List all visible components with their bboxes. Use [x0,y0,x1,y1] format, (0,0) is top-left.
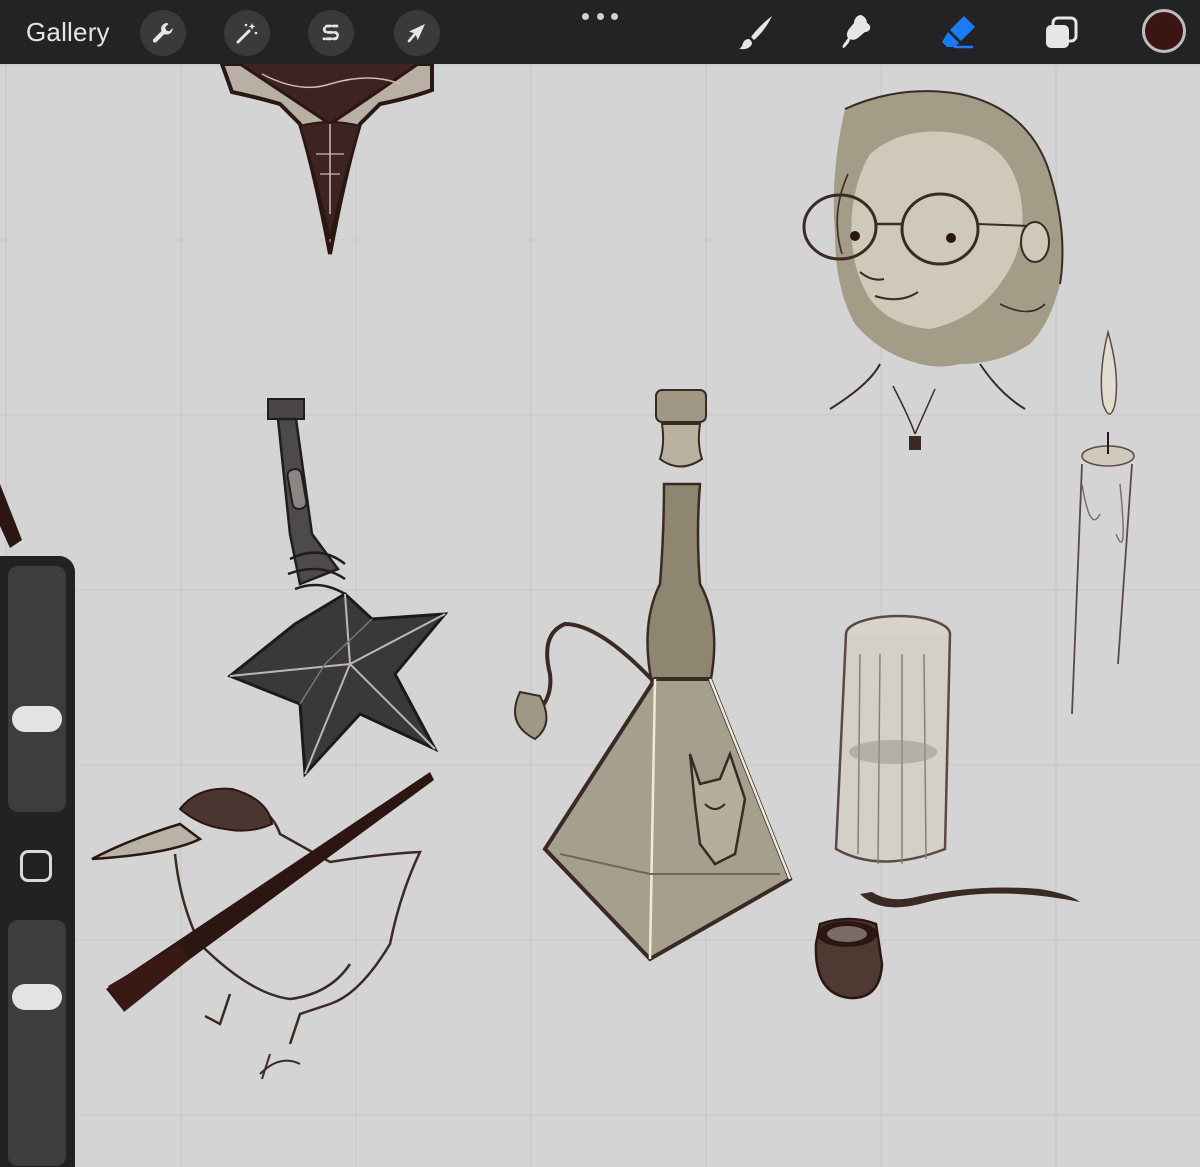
smudge-button[interactable] [837,12,877,52]
star-potion-bottle-sketch [227,398,449,778]
selection-button[interactable] [308,10,354,56]
drinking-glass-sketch [834,614,952,865]
opacity-slider[interactable] [8,920,66,1166]
square-outline-icon[interactable] [20,850,52,882]
artwork-layer [0,64,1135,1080]
ornate-pendant-sketch [219,64,434,255]
drawing-canvas[interactable] [0,64,1200,1167]
selection-s-icon [322,24,340,41]
wrench-icon [152,23,173,43]
top-toolbar: Gallery [0,0,1200,64]
ellipsis-icon[interactable] [582,4,618,28]
brush-icon [739,16,772,50]
arrow-cursor-icon [407,24,425,43]
opacity-thumb[interactable] [12,984,62,1010]
adjustments-button[interactable] [224,10,270,56]
layers-icon [1046,16,1078,48]
tobacco-pipe-sketch [814,887,1080,1000]
actions-button[interactable] [140,10,186,56]
brush-size-thumb[interactable] [12,706,62,732]
procreate-app: Gallery [0,0,1200,1167]
eraser-button[interactable] [938,12,978,52]
dot [582,12,589,20]
lit-candle-sketch [1071,329,1135,715]
eraser-icon [942,16,975,49]
girl-with-glasses-portrait-sketch [802,90,1064,450]
bird-with-rifle-sketch [91,772,434,1080]
brush-size-slider[interactable] [8,566,66,812]
pyramid-flask-with-fox-sketch [514,389,793,962]
dot [596,12,604,20]
edge-stroke-sketch [0,484,22,548]
dot [611,12,618,20]
magic-wand-icon [236,23,258,44]
left-sidebar [0,556,75,1167]
layers-button[interactable] [1042,12,1082,52]
smudge-icon [842,15,871,48]
color-picker-swatch[interactable] [1142,9,1186,53]
brush-button[interactable] [736,12,776,52]
transform-button[interactable] [394,10,440,56]
gallery-button[interactable]: Gallery [26,14,110,50]
